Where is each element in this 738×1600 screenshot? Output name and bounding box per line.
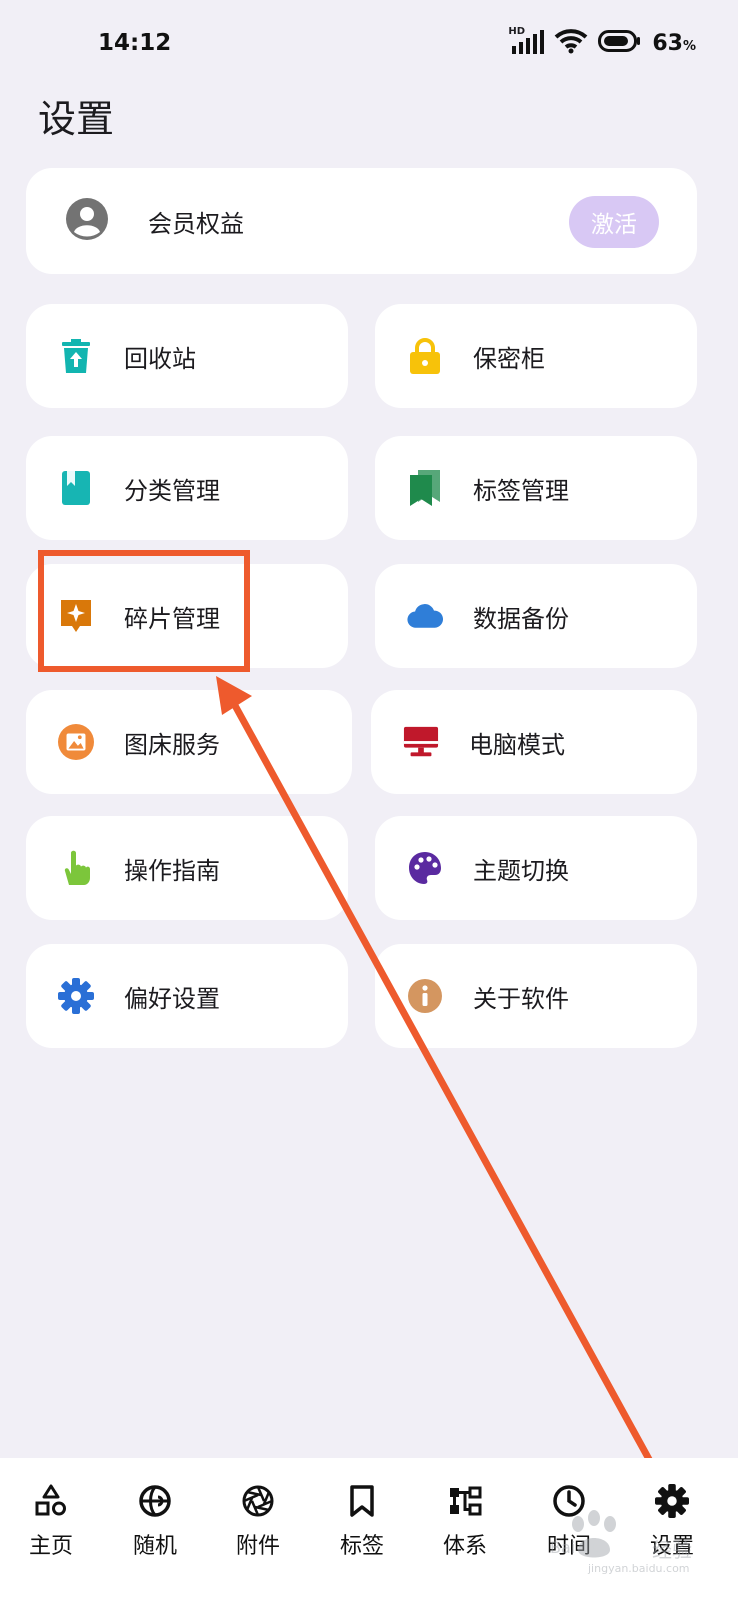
annotation-highlight-box <box>38 550 250 672</box>
tile-label: 操作指南 <box>124 856 220 885</box>
page-title: 设置 <box>38 97 115 141</box>
tile-category-management[interactable]: 分类管理 <box>26 436 348 540</box>
gear-icon <box>58 978 94 1014</box>
wifi-icon <box>554 28 588 58</box>
nav-item-tags[interactable]: 标签 <box>314 1458 410 1600</box>
tile-user-guide[interactable]: 操作指南 <box>26 816 348 920</box>
nav-label: 附件 <box>235 1534 280 1559</box>
trash-icon <box>58 338 94 374</box>
battery-percent: 63% <box>652 31 696 56</box>
nav-item-system[interactable]: 体系 <box>417 1458 513 1600</box>
nav-item-home[interactable]: 主页 <box>3 1458 99 1600</box>
hierarchy-icon <box>448 1484 482 1518</box>
network-type-label: HD <box>508 26 526 37</box>
tile-label: 偏好设置 <box>124 984 220 1013</box>
tile-image-hosting[interactable]: 图床服务 <box>26 690 352 794</box>
tile-label: 保密柜 <box>473 344 545 373</box>
bookmarks-icon <box>407 470 443 506</box>
palette-icon <box>407 850 443 886</box>
image-icon <box>58 724 94 760</box>
tile-label: 标签管理 <box>473 476 569 505</box>
battery-unit: % <box>682 38 696 54</box>
pointer-icon <box>58 850 94 886</box>
tile-desktop-mode[interactable]: 电脑模式 <box>371 690 697 794</box>
tile-recycle-bin[interactable]: 回收站 <box>26 304 348 408</box>
cellular-signal-icon: HD <box>508 26 545 56</box>
monitor-icon <box>403 724 439 760</box>
member-benefits-label: 会员权益 <box>148 209 244 238</box>
nav-item-attachments[interactable]: 附件 <box>210 1458 306 1600</box>
tile-vault[interactable]: 保密柜 <box>375 304 697 408</box>
member-benefits-card[interactable]: 会员权益 激活 <box>26 168 697 274</box>
nav-label: 随机 <box>132 1534 177 1559</box>
tile-label: 主题切换 <box>473 856 569 885</box>
tile-label: 数据备份 <box>473 604 569 633</box>
nav-label: 标签 <box>339 1534 384 1559</box>
random-icon <box>138 1484 172 1518</box>
tile-about-app[interactable]: 关于软件 <box>375 944 697 1048</box>
tile-label: 回收站 <box>124 344 196 373</box>
aperture-icon <box>241 1484 275 1518</box>
tile-label: 分类管理 <box>124 476 220 505</box>
nav-item-random[interactable]: 随机 <box>107 1458 203 1600</box>
baidu-watermark: Bai du 经验 jingyan.baidu.com <box>548 1500 728 1580</box>
watermark-brand: Bai du <box>550 1538 601 1557</box>
watermark-url: jingyan.baidu.com <box>588 1562 690 1575</box>
nav-label: 体系 <box>442 1534 487 1559</box>
battery-value: 63 <box>652 30 683 56</box>
home-shapes-icon <box>34 1484 68 1518</box>
tile-label: 电脑模式 <box>469 730 565 759</box>
activate-button[interactable]: 激活 <box>569 196 659 248</box>
bookmark-icon <box>348 1484 376 1518</box>
tile-label: 图床服务 <box>124 730 220 759</box>
cloud-icon <box>407 598 443 634</box>
status-indicators: HD 63% <box>508 26 696 58</box>
tile-preferences[interactable]: 偏好设置 <box>26 944 348 1048</box>
tile-tag-management[interactable]: 标签管理 <box>375 436 697 540</box>
avatar-icon <box>66 198 108 244</box>
book-icon <box>58 470 94 506</box>
info-icon <box>407 978 443 1014</box>
tile-data-backup[interactable]: 数据备份 <box>375 564 697 668</box>
nav-label: 主页 <box>28 1534 73 1559</box>
watermark-sub: 经验 <box>652 1538 692 1562</box>
tile-label: 关于软件 <box>473 984 569 1013</box>
lock-icon <box>407 338 443 374</box>
tile-theme-switch[interactable]: 主题切换 <box>375 816 697 920</box>
status-bar: 14:12 HD 63% <box>0 0 738 86</box>
status-time: 14:12 <box>98 30 172 56</box>
battery-icon <box>598 29 642 57</box>
